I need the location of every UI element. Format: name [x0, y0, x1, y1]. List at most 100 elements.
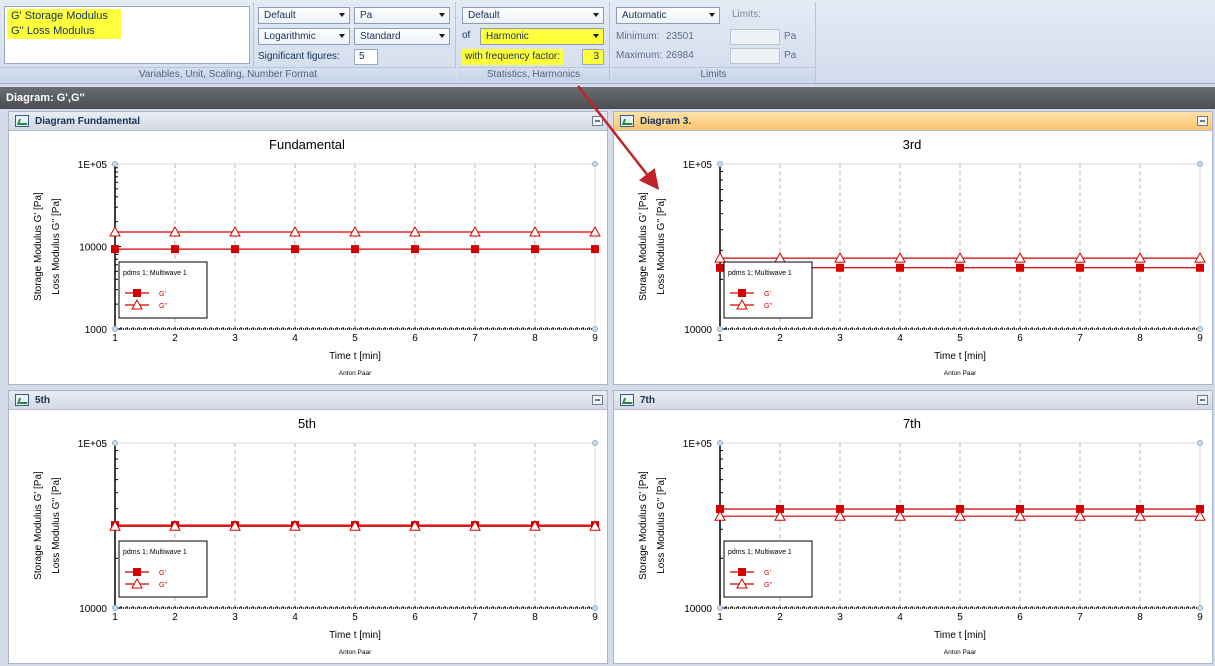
statistics-preset-value: Default — [468, 10, 500, 21]
pane-title: Diagram 3. — [640, 116, 692, 127]
statistics-group-label: Statistics, Harmonics — [458, 67, 609, 81]
scaling-value: Logarithmic — [264, 31, 316, 42]
limits-group: Automatic Limits: Minimum: 23501 Pa Maxi… — [612, 2, 816, 82]
x-tick-label: 3 — [232, 333, 238, 344]
y-tick-label: 10000 — [79, 243, 107, 254]
data-point — [1196, 263, 1204, 272]
minimum-input[interactable] — [730, 29, 780, 45]
x-tick-label: 1 — [112, 612, 118, 623]
variable-loss-modulus[interactable]: G'' Loss Modulus — [7, 24, 121, 39]
minimize-icon[interactable] — [1197, 116, 1208, 126]
chart-footer: Anton Paar — [339, 649, 372, 656]
y-axis-label-primary: Storage Modulus G' [Pa] — [638, 192, 649, 301]
pane-5th[interactable]: 5th 5th 1E+05 10000 1 2 3 4 5 6 7 8 9 Time t [min] An… — [8, 390, 608, 664]
frequency-factor-label: with frequency factor: — [462, 49, 564, 65]
chevron-down-icon — [439, 13, 445, 17]
pane-title: 5th — [35, 395, 50, 406]
format-preset-value: Default — [264, 10, 296, 21]
x-tick-label: 2 — [777, 612, 783, 623]
significant-figures-input[interactable]: 5 — [354, 49, 378, 65]
plot-corner-handle — [592, 440, 598, 446]
maximum-unit: Pa — [784, 50, 797, 61]
x-axis-label: Time t [min] — [329, 630, 381, 641]
variables-group-label: Variables, Unit, Scaling, Number Format — [0, 67, 456, 81]
pane-header[interactable]: 5th — [9, 391, 607, 410]
minimum-label: Minimum: — [616, 31, 660, 42]
minimize-icon[interactable] — [592, 116, 603, 126]
x-axis-label: Time t [min] — [329, 351, 381, 362]
x-tick-label: 7 — [1077, 612, 1083, 623]
statistics-preset-dropdown[interactable]: Default — [462, 7, 604, 24]
pane-header[interactable]: 7th — [614, 391, 1212, 410]
chart-title: 5th — [298, 416, 316, 431]
y-tick-label: 1000 — [85, 325, 108, 336]
y-axis-label-secondary: Loss Modulus G'' [Pa] — [656, 198, 667, 295]
x-tick-label: 8 — [532, 333, 538, 344]
plot-corner-handle — [112, 161, 118, 167]
x-tick-label: 5 — [352, 333, 358, 344]
minimize-icon[interactable] — [592, 395, 603, 405]
x-tick-label: 6 — [1017, 612, 1023, 623]
x-tick-label: 2 — [172, 333, 178, 344]
chevron-down-icon — [339, 13, 345, 17]
unit-value: Pa — [360, 10, 373, 21]
x-tick-label: 4 — [292, 333, 298, 344]
limits-mode-dropdown[interactable]: Automatic — [616, 7, 720, 24]
chart-7th: 7th 1E+05 10000 1 2 3 4 5 6 7 8 9 Time t [min] Anton … — [638, 416, 1206, 656]
maximum-input[interactable] — [730, 48, 780, 64]
x-tick-label: 3 — [837, 333, 843, 344]
pane-3rd[interactable]: Diagram 3. 3rd 1E+05 10000 1 2 3 4 5 6 7 8 9 Time t … — [613, 111, 1213, 385]
harmonic-value: Harmonic — [486, 31, 529, 42]
variable-storage-modulus[interactable]: G' Storage Modulus — [7, 9, 121, 24]
notation-dropdown[interactable]: Standard — [354, 28, 450, 45]
x-tick-label: 4 — [897, 612, 903, 623]
y-axis-label-primary: Storage Modulus G' [Pa] — [33, 192, 44, 301]
data-point — [291, 245, 299, 254]
x-tick-label: 1 — [717, 612, 723, 623]
data-point — [836, 263, 844, 272]
pane-header[interactable]: Diagram Fundamental — [9, 112, 607, 131]
x-tick-label: 5 — [352, 612, 358, 623]
x-tick-label: 6 — [1017, 333, 1023, 344]
minimize-icon[interactable] — [1197, 395, 1208, 405]
statistics-group: Default of Harmonic with frequency facto… — [458, 2, 610, 82]
plot-corner-handle — [112, 326, 118, 332]
x-tick-label: 3 — [837, 612, 843, 623]
chart-title: 7th — [903, 416, 921, 431]
pane-fundamental[interactable]: Diagram Fundamental Fundamental 1E+05 1000… — [8, 111, 608, 385]
chart-5th: 5th 1E+05 10000 1 2 3 4 5 6 7 8 9 Time t [min] Anton … — [33, 416, 601, 656]
variables-list[interactable]: G' Storage Modulus G'' Loss Modulus — [4, 6, 250, 64]
chart-fundamental: Fundamental 1E+05 10000 1000 1 2 3 4 5 6 7 8 9 Time t… — [33, 137, 601, 377]
diagram-title-bar: Diagram: G',G'' — [0, 87, 1215, 109]
x-tick-label: 7 — [1077, 333, 1083, 344]
harmonic-dropdown[interactable]: Harmonic — [480, 28, 604, 45]
pane-7th[interactable]: 7th 7th 1E+05 10000 1 2 3 4 5 6 7 8 9 Time t [min] An… — [613, 390, 1213, 664]
data-point — [231, 245, 239, 254]
legend-label: G'' — [159, 303, 167, 310]
data-point — [591, 245, 599, 254]
data-point — [956, 263, 964, 272]
frequency-factor-input[interactable]: 3 — [582, 49, 604, 65]
maximum-value: 26984 — [666, 50, 694, 61]
data-point — [111, 245, 119, 254]
y-tick-label: 10000 — [684, 325, 712, 336]
unit-dropdown[interactable]: Pa — [354, 7, 450, 24]
x-axis-label: Time t [min] — [934, 630, 986, 641]
x-tick-label: 5 — [957, 333, 963, 344]
plot-corner-handle — [717, 440, 723, 446]
limits-label: Limits: — [732, 9, 761, 20]
chart-icon — [620, 394, 634, 406]
scaling-dropdown[interactable]: Logarithmic — [258, 28, 350, 45]
plot-corner-handle — [717, 161, 723, 167]
plot-corner-handle — [112, 605, 118, 611]
plot-corner-handle — [592, 326, 598, 332]
chart-icon — [15, 115, 29, 127]
chevron-down-icon — [439, 34, 445, 38]
y-tick-label: 1E+05 — [683, 160, 713, 171]
data-point — [896, 263, 904, 272]
format-preset-dropdown[interactable]: Default — [258, 7, 350, 24]
x-tick-label: 6 — [412, 612, 418, 623]
legend-label: G'' — [764, 303, 772, 310]
chart-footer: Anton Paar — [944, 370, 977, 377]
pane-header[interactable]: Diagram 3. — [614, 112, 1212, 131]
